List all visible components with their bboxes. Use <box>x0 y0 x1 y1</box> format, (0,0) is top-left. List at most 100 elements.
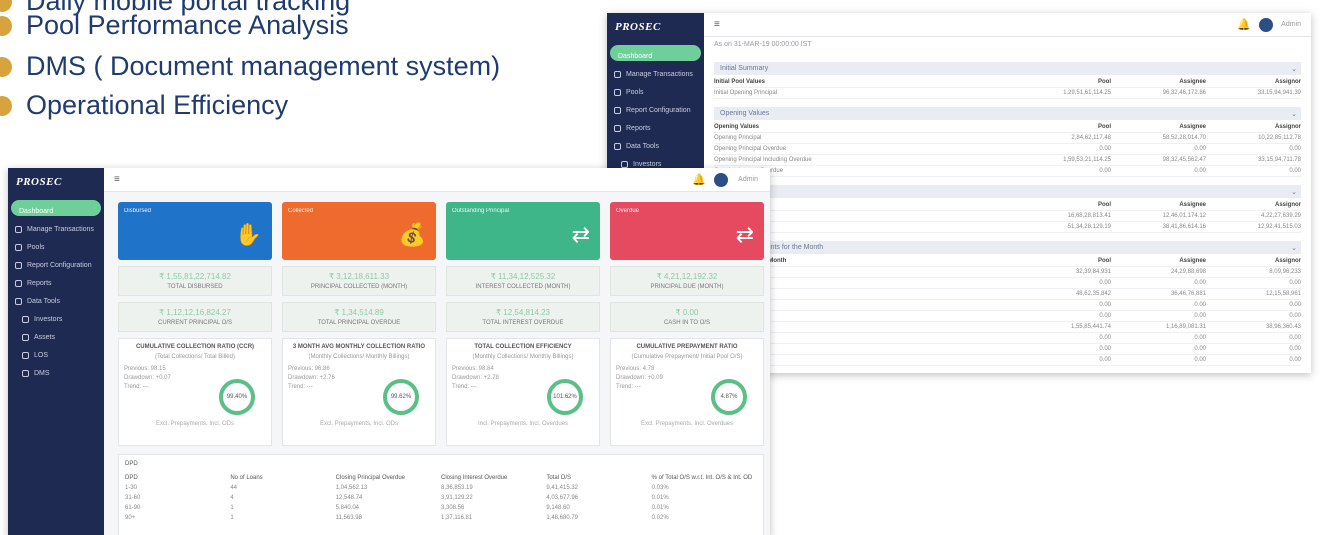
table-cell: 0.00 <box>1289 302 1301 308</box>
panel-footnote: Excl. Prepayments, Incl. ODs <box>155 421 235 427</box>
sidebar-item[interactable]: Pools <box>607 83 704 101</box>
stat-value: ₹ 4,21,12,192.32 <box>656 272 718 281</box>
dashboard-main: Disbursed ✋ Collected 💰 Outstanding Principa… <box>104 192 770 535</box>
table-row: 90+ 1 11,563.98 1,37,116.81 1,48,680.79 0.02% <box>125 513 757 523</box>
table-cell: 0.00 <box>1194 313 1206 319</box>
sidebar-item-label: DMS <box>34 369 50 377</box>
sidebar-item[interactable]: Assets <box>8 328 104 346</box>
sidebar-item-label: Report Configuration <box>626 106 691 114</box>
collapse-toggle-icon[interactable]: ⌄ <box>1291 186 1297 199</box>
table-row: Opening Principal 2,84,62,117.48 58,52,28,… <box>714 133 1301 144</box>
table-cell: 8,36,853.19 <box>440 485 473 491</box>
column-header: Assignee <box>1179 79 1206 85</box>
feature-item: Operational Efficiency <box>0 90 288 121</box>
summary-card[interactable]: Overdue ⇄ <box>610 202 764 260</box>
collapse-toggle-icon[interactable]: ⌄ <box>1291 63 1297 76</box>
table-row: Opening Interest Overdue0.000.000.00 <box>714 166 1301 177</box>
table-cell: 2,84,62,117.48 <box>1071 135 1111 141</box>
panel-title: CUMULATIVE PREPAYMENT RATIO <box>636 344 738 350</box>
ratio-panel: TOTAL COLLECTION EFFICIENCY (Monthly Coll… <box>446 338 600 446</box>
stat-box: ₹ 1,55,81,22,714.82 TOTAL DISBURSED <box>118 266 272 296</box>
sidebar-item[interactable]: LOS <box>8 346 104 364</box>
bell-icon[interactable]: 🔔 <box>692 173 706 186</box>
sidebar-item[interactable]: Pools <box>8 238 104 256</box>
feature-label: Pool Performance Analysis <box>26 10 349 40</box>
column-header: Assignor <box>1274 124 1301 130</box>
summary-card[interactable]: Disbursed ✋ <box>118 202 272 260</box>
stat-value: ₹ 3,12,18,611.33 <box>328 272 390 281</box>
section-header[interactable]: Opening Values ⌄ <box>714 107 1301 120</box>
menu-icon[interactable]: ≡ <box>714 19 720 30</box>
column-header: Assignor <box>1274 79 1301 85</box>
table-cell: 61-90 <box>125 505 141 511</box>
table-cell: 1,37,116.81 <box>440 515 473 521</box>
table-cell: 3,91,129.22 <box>440 495 473 501</box>
section-header[interactable]: Pool Values⌄ <box>714 185 1301 198</box>
feature-item: Pool Performance Analysis <box>0 10 349 41</box>
stat-label: INTEREST COLLECTED (MONTH) <box>475 284 571 290</box>
bell-icon[interactable]: 🔔 <box>1237 18 1251 31</box>
sidebar-item[interactable]: DMS <box>8 364 104 382</box>
summary-card[interactable]: Outstanding Principal ⇄ <box>446 202 600 260</box>
column-header: Assignor <box>1274 258 1301 264</box>
sidebar-item-active[interactable]: Dashboard <box>610 45 701 61</box>
dpd-table: DPD DPD No of Loans Closing Principal Over… <box>118 454 764 535</box>
sidebar-item[interactable]: Report Configuration <box>8 256 104 274</box>
panel-footnote: Excl. Prepayments, Incl. ODs <box>319 421 399 427</box>
table-cell: 0.03% <box>651 485 669 491</box>
section-header[interactable]: Initial Summary ⌄ <box>714 62 1301 75</box>
table-row: 1-30 44 1,04,562.13 8,36,853.19 9,41,415.32 0… <box>125 483 757 493</box>
sidebar-item[interactable]: Data Tools <box>607 137 704 155</box>
summary-card[interactable]: Collected 💰 <box>282 202 436 260</box>
table-header-row: DPD No of Loans Closing Principal Overdue C… <box>125 473 757 483</box>
sidebar-item-label: Manage Transactions <box>626 70 693 78</box>
stat-value: ₹ 1,34,514.89 <box>334 308 384 317</box>
user-name[interactable]: Admin <box>1281 21 1301 28</box>
avatar[interactable] <box>1259 18 1273 32</box>
table-cell: 12,15,58,961 <box>1265 291 1301 297</box>
sidebar-item[interactable]: Manage Transactions <box>607 65 704 83</box>
sidebar-item-label: Reports <box>27 279 52 287</box>
section-header[interactable]: Collection Amounts for the Month ⌄ <box>714 241 1301 254</box>
table-cell: 9,148.60 <box>546 505 570 511</box>
sidebar-item-label: Reports <box>626 124 651 132</box>
card-title: Disbursed <box>124 208 152 214</box>
table-cell: 0.00 <box>1194 335 1206 341</box>
table-cell: 0.00 <box>1289 346 1301 352</box>
panel-subtitle: (Total Collections/ Total Billed) <box>155 354 235 360</box>
table-cell: 33,15,94,711.78 <box>1258 157 1301 163</box>
table-row: 31-60 4 12,548.74 3,91,129.22 4,03,677.96 0.0… <box>125 493 757 503</box>
panel-footnote: Incl. Prepayments, Incl. Overdues <box>477 421 569 427</box>
sidebar-item[interactable]: Investors <box>8 310 104 328</box>
table-cell: 0.00 <box>1194 357 1206 363</box>
sidebar-item[interactable]: Data Tools <box>8 292 104 310</box>
stat-box: ₹ 1,12,12,16,824.27 CURRENT PRINCIPAL O/S <box>118 302 272 332</box>
table-cell: 1,04,562.13 <box>335 485 368 491</box>
menu-icon[interactable]: ≡ <box>114 174 120 185</box>
card-title: Outstanding Principal <box>452 208 510 214</box>
sidebar-item-label: LOS <box>34 351 49 359</box>
stat-label: TOTAL PRINCIPAL OVERDUE <box>317 320 401 326</box>
column-header: Assignor <box>1274 202 1301 208</box>
sidebar-item[interactable]: Reports <box>8 274 104 292</box>
ratio-panel: CUMULATIVE PREPAYMENT RATIO (Cumulative P… <box>610 338 764 446</box>
sidebar-item[interactable]: Report Configuration <box>607 101 704 119</box>
main-content: As on 31-MAR-19 00:00:00 IST Initial Sum… <box>704 37 1311 373</box>
table-row: 1,55,85,441.74 1,16,89,081.31 38,96,360.43 <box>714 322 1301 333</box>
collapse-toggle-icon[interactable]: ⌄ <box>1291 242 1297 255</box>
sidebar-item[interactable]: Manage Transactions <box>8 220 104 238</box>
table-cell: 24,29,88,698 <box>1170 269 1206 275</box>
table-cell: 4,03,677.96 <box>546 495 579 501</box>
table-row: 51,34,28,129.19 38,41,86,614.16 12,92,41,5… <box>714 222 1301 233</box>
user-name[interactable]: Admin <box>738 176 758 183</box>
table-cell: 11,563.98 <box>335 515 362 521</box>
table-cell: 4,22,27,639.29 <box>1260 213 1301 219</box>
column-header: No of Loans <box>230 475 263 481</box>
sidebar-item-active[interactable]: Dashboard <box>11 200 101 216</box>
column-header: Assignee <box>1179 124 1206 130</box>
table-cell: 0.02% <box>651 515 669 521</box>
sidebar-item[interactable]: Reports <box>607 119 704 137</box>
table-row: 16,68,28,813.41 12,46,01,174.12 4,22,27,63… <box>714 211 1301 222</box>
avatar[interactable] <box>714 173 728 187</box>
collapse-toggle-icon[interactable]: ⌄ <box>1291 108 1297 121</box>
